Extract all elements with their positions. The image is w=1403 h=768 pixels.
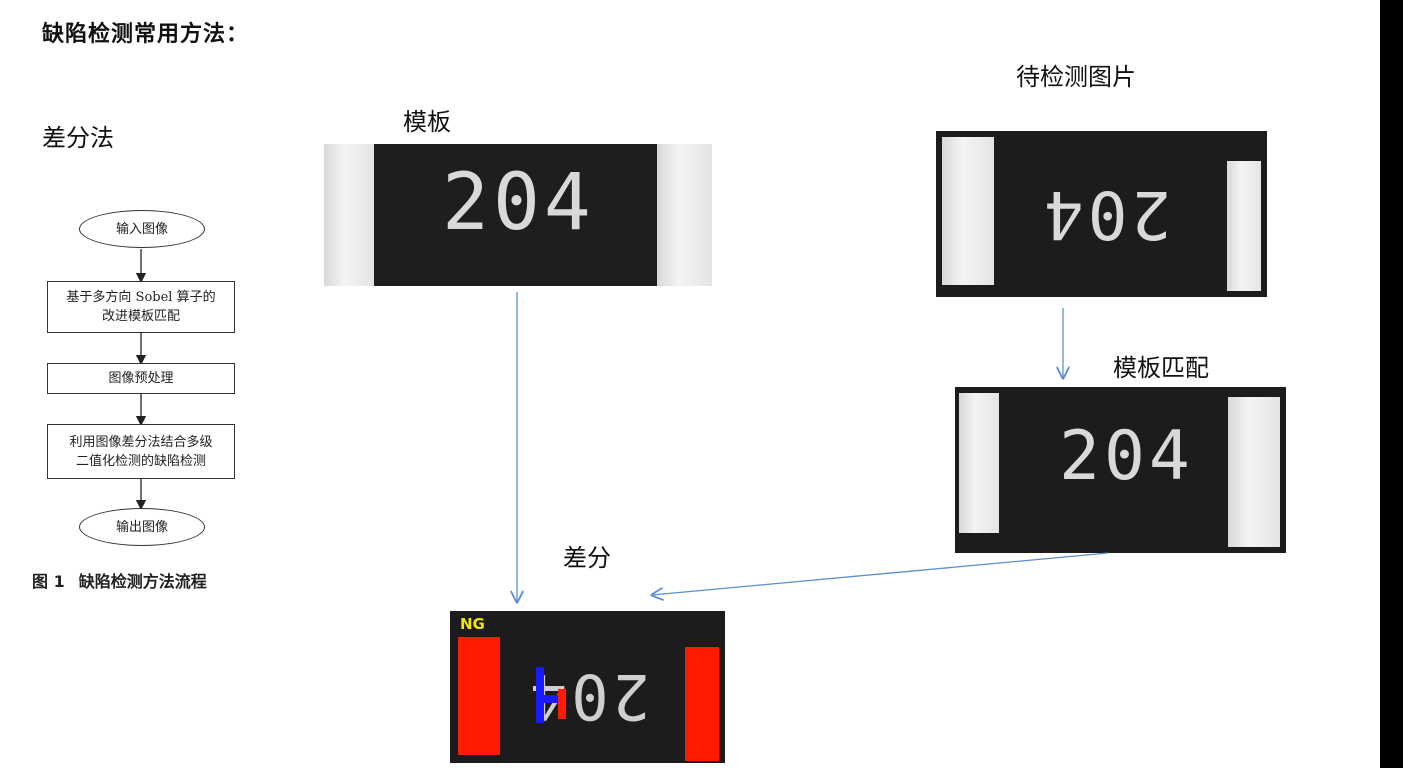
window-edge-bar	[1380, 0, 1403, 768]
process-arrows	[0, 292, 1109, 768]
slide: 缺陷检测常用方法： 差分法 模板 待检测图片 模板匹配 差分 输入图像 基于多方…	[0, 0, 1380, 768]
arrow-match-to-diff	[652, 552, 1109, 595]
